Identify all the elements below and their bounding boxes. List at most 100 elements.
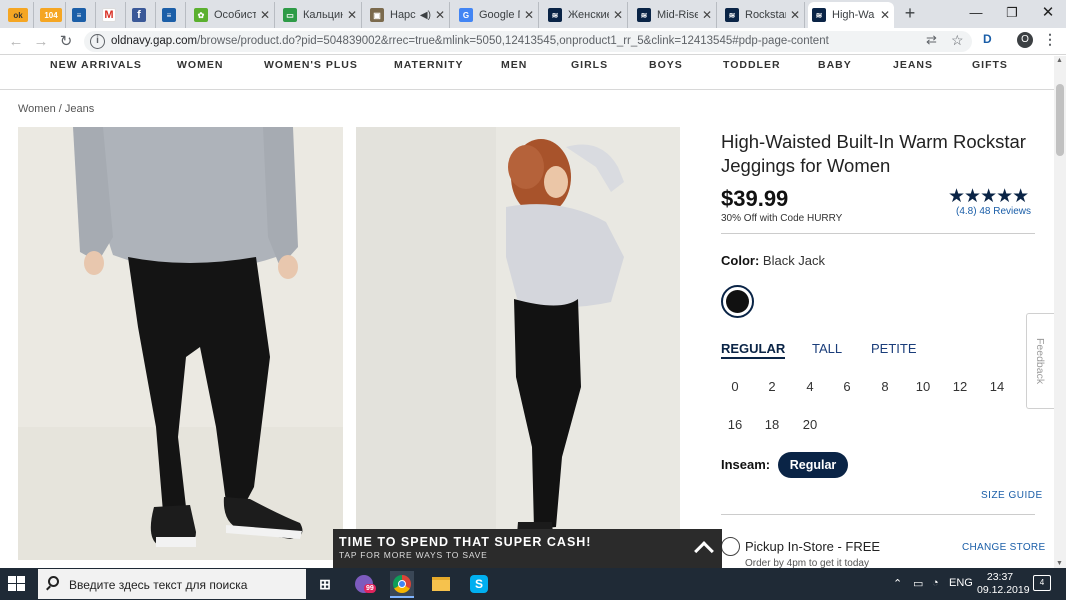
size-option[interactable]: 2 (758, 379, 786, 394)
chevron-up-icon[interactable] (694, 541, 714, 561)
windows-start-icon[interactable] (8, 576, 26, 592)
size-option[interactable]: 8 (871, 379, 899, 394)
size-option[interactable]: 10 (909, 379, 937, 394)
close-tab-icon[interactable]: ✕ (790, 8, 800, 22)
translate-icon[interactable]: ⇄ (926, 32, 937, 48)
nav-women[interactable]: WOMEN (177, 59, 223, 71)
tab-rockstar[interactable]: ≋ Rockstar ✕ (721, 2, 805, 28)
scroll-up-icon[interactable]: ▲ (1056, 57, 1063, 64)
tab-title: Кальцин (303, 9, 343, 21)
address-bar[interactable]: i oldnavy.gap.com/browse/product.do?pid=… (84, 31, 972, 52)
nav-jeans[interactable]: JEANS (893, 59, 933, 71)
size-option[interactable]: 6 (833, 379, 861, 394)
wifi-icon[interactable]: ◔ (932, 577, 939, 589)
tab-ok[interactable]: ok (4, 2, 34, 28)
chrome-icon[interactable] (390, 571, 414, 598)
forward-arrow-icon[interactable]: → (31, 32, 51, 52)
divider (721, 233, 1035, 234)
gap-icon: ≋ (548, 8, 562, 22)
new-tab-button[interactable]: + (900, 3, 920, 23)
taskbar-search-box[interactable]: Введите здесь текст для поиска (38, 569, 306, 599)
google-icon: G (459, 8, 473, 22)
notification-center-icon[interactable]: 4 (1033, 575, 1051, 591)
scroll-down-icon[interactable]: ▼ (1056, 560, 1063, 567)
promo-banner[interactable]: TIME TO SPEND THAT SUPER CASH! TAP FOR M… (333, 529, 722, 568)
tab-high-waisted-active[interactable]: ≋ High-Wa ✕ (808, 2, 894, 28)
feedback-tab[interactable]: Feedback (1026, 313, 1054, 409)
product-photo-front (18, 127, 343, 560)
tab-google[interactable]: G Google Г ✕ (455, 2, 539, 28)
close-tab-icon[interactable]: ✕ (702, 8, 712, 22)
tab-104[interactable]: 104 (36, 2, 66, 28)
star-rating-icon[interactable]: ★★★★★ (948, 185, 1029, 208)
nav-gifts[interactable]: GIFTS (972, 59, 1008, 71)
nav-toddler[interactable]: TODDLER (723, 59, 781, 71)
breadcrumb[interactable]: Women / Jeans (18, 103, 94, 115)
skype-icon[interactable]: S (467, 573, 491, 595)
pickup-radio[interactable] (721, 537, 740, 556)
divider (721, 514, 1035, 515)
size-option[interactable]: 12 (946, 379, 974, 394)
browser-tab-strip: ok 104 ≡ M f ≡ ✿ Особист ✕ ▭ Кальцин ✕ ▣… (0, 0, 1066, 28)
profile-avatar[interactable]: O (1017, 32, 1033, 48)
taskbar-clock[interactable]: 23:37 09.12.2019 (977, 571, 1030, 597)
close-window-icon[interactable]: ✕ (1030, 0, 1066, 26)
promo-code-text: 30% Off with Code HURRY (721, 213, 843, 224)
menu-kebab-icon[interactable]: ⋮ (1043, 31, 1057, 48)
size-option[interactable]: 20 (796, 417, 824, 432)
tab-favicon-icon: ✿ (194, 8, 208, 22)
site-info-icon[interactable]: i (90, 34, 105, 49)
close-tab-icon[interactable]: ✕ (435, 8, 445, 22)
reload-icon[interactable]: ↻ (56, 32, 76, 52)
back-arrow-icon[interactable]: ← (6, 32, 26, 52)
product-image-back[interactable] (356, 127, 680, 560)
tab-pinned-3[interactable]: ≡ (68, 2, 96, 28)
tab-facebook[interactable]: f (128, 2, 156, 28)
extension-icon[interactable]: D (983, 32, 992, 46)
fit-tab-regular[interactable]: REGULAR (721, 341, 786, 359)
nav-new-arrivals[interactable]: NEW ARRIVALS (50, 59, 142, 71)
color-swatch-black-jack[interactable] (721, 285, 754, 318)
size-option[interactable]: 0 (721, 379, 749, 394)
nav-maternity[interactable]: MATERNITY (394, 59, 463, 71)
tab-nars[interactable]: ▣ Нарс ◀) ✕ (366, 2, 450, 28)
nav-girls[interactable]: GIRLS (571, 59, 608, 71)
close-tab-icon[interactable]: ✕ (347, 8, 357, 22)
close-tab-icon[interactable]: ✕ (880, 8, 890, 22)
tab-pinned-6[interactable]: ≡ (158, 2, 186, 28)
nav-boys[interactable]: BOYS (649, 59, 683, 71)
inseam-regular-button[interactable]: Regular (778, 452, 848, 478)
fit-tab-petite[interactable]: PETITE (871, 341, 917, 356)
size-option[interactable]: 16 (721, 417, 749, 432)
reviews-link[interactable]: (4.8) 48 Reviews (956, 206, 1031, 217)
task-view-icon[interactable]: ⊞ (313, 573, 337, 595)
viber-icon[interactable]: 99 (352, 573, 376, 595)
fit-tab-tall[interactable]: TALL (812, 341, 842, 356)
tray-chevron-up-icon[interactable]: ⌃ (893, 577, 902, 590)
tab-kalcin[interactable]: ▭ Кальцин ✕ (279, 2, 362, 28)
page-scrollbar[interactable]: ▲ ▼ (1054, 56, 1066, 568)
size-option[interactable]: 4 (796, 379, 824, 394)
change-store-link[interactable]: CHANGE STORE (962, 542, 1045, 553)
size-option[interactable]: 18 (758, 417, 786, 432)
bookmark-star-icon[interactable]: ☆ (951, 32, 964, 49)
tab-zhenskie[interactable]: ≋ Женские ✕ (544, 2, 628, 28)
tab-osobist[interactable]: ✿ Особист ✕ (190, 2, 275, 28)
scrollbar-thumb[interactable] (1056, 84, 1064, 156)
close-tab-icon[interactable]: ✕ (613, 8, 623, 22)
battery-icon[interactable]: ▭ (913, 577, 923, 590)
language-indicator[interactable]: ENG (949, 577, 973, 589)
close-tab-icon[interactable]: ✕ (260, 8, 270, 22)
tab-mid-rise[interactable]: ≋ Mid-Rise ✕ (633, 2, 717, 28)
size-option[interactable]: 14 (983, 379, 1011, 394)
tab-gmail[interactable]: M (98, 2, 126, 28)
product-image-front[interactable] (18, 127, 343, 560)
nav-baby[interactable]: BABY (818, 59, 852, 71)
nav-men[interactable]: MEN (501, 59, 527, 71)
nav-womens-plus[interactable]: WOMEN'S PLUS (264, 59, 358, 71)
restore-icon[interactable]: ❐ (994, 0, 1030, 26)
file-explorer-icon[interactable] (429, 573, 453, 595)
close-tab-icon[interactable]: ✕ (524, 8, 534, 22)
minimize-icon[interactable]: — (958, 0, 994, 26)
size-guide-link[interactable]: SIZE GUIDE (981, 490, 1043, 501)
